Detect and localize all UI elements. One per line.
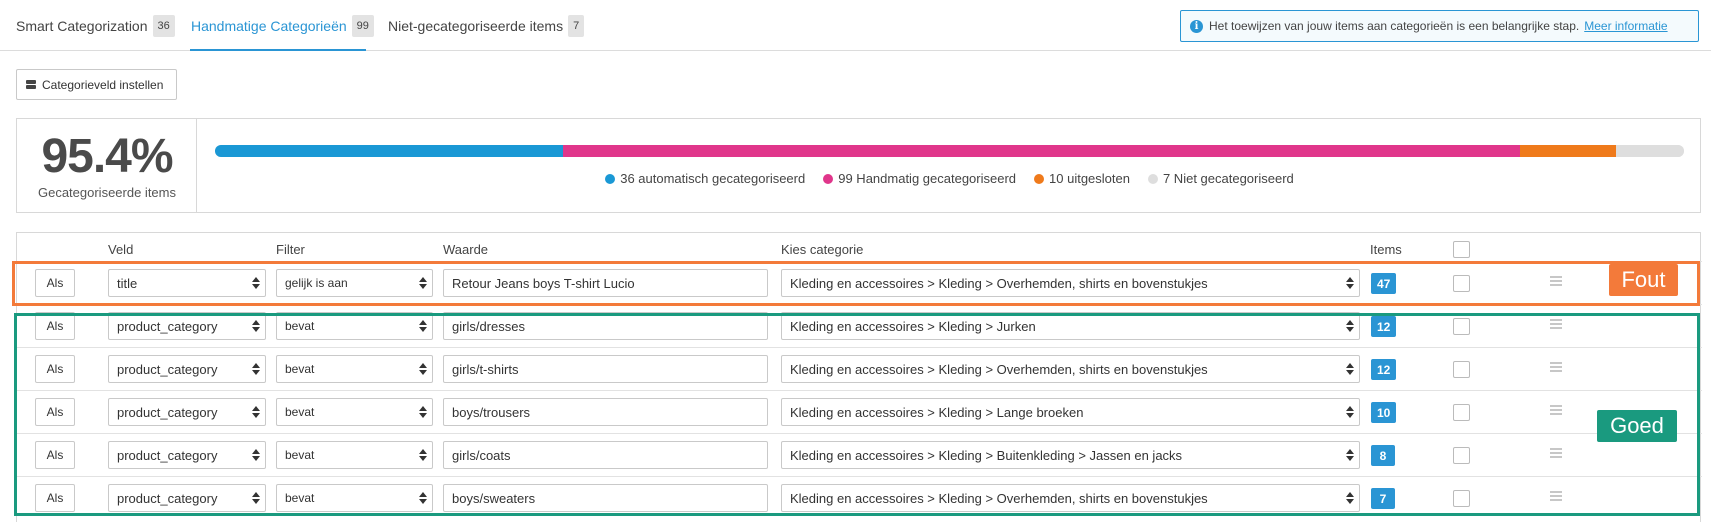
more-info-link[interactable]: Meer informatie (1584, 19, 1667, 33)
legend-label: 10 uitgesloten (1049, 171, 1130, 186)
info-text: Het toewijzen van jouw items aan categor… (1209, 19, 1580, 33)
tab-count-badge: 7 (568, 15, 585, 37)
legend-dot-icon (1034, 173, 1045, 184)
wrong-rule-highlight (12, 261, 1700, 306)
progress-segment (1519, 145, 1617, 157)
correct-rules-highlight (14, 313, 1700, 516)
active-tab-indicator (190, 49, 366, 51)
categorization-progress-bar (215, 145, 1684, 157)
legend-item: 10 uitgesloten (1034, 171, 1130, 186)
percentage-box: 95.4% Gecategoriseerde items (17, 119, 197, 212)
categorized-percentage: 95.4% (41, 130, 173, 183)
tab-niet-gecategoriseerde-items[interactable]: Niet-gecategoriseerde items 7 (388, 13, 585, 39)
progress-segment (1616, 145, 1684, 157)
tab-label: Handmatige Categorieën (191, 18, 347, 34)
header-items: Items (1370, 242, 1402, 257)
tab-smart-categorization[interactable]: Smart Categorization 36 (16, 13, 175, 39)
tab-count-badge: 99 (351, 15, 374, 37)
info-banner: i Het toewijzen van jouw items aan categ… (1180, 10, 1699, 42)
table-header: Veld Filter Waarde Kies categorie Items (17, 233, 1702, 261)
goed-label: Goed (1597, 410, 1677, 442)
set-category-field-button[interactable]: Categorieveld instellen (16, 69, 177, 100)
progress-segment (215, 145, 563, 157)
legend-label: 99 Handmatig gecategoriseerd (838, 171, 1017, 186)
tab-handmatige-categorieen[interactable]: Handmatige Categorieën 99 (191, 13, 374, 39)
legend-item: 99 Handmatig gecategoriseerd (823, 171, 1016, 186)
legend-dot-icon (605, 173, 616, 184)
categorization-stats-panel: 95.4% Gecategoriseerde items 36 automati… (16, 118, 1701, 213)
legend-label: 7 Niet gecategoriseerd (1162, 171, 1294, 186)
tab-bar: Smart Categorization 36 Handmatige Categ… (0, 0, 1711, 51)
progress-legend: 36 automatisch gecategoriseerd 99 Handmat… (217, 171, 1682, 186)
legend-dot-icon (823, 173, 834, 184)
select-all-checkbox[interactable] (1453, 241, 1470, 258)
database-icon (26, 79, 36, 90)
info-icon: i (1190, 19, 1203, 33)
tab-label: Niet-gecategoriseerde items (388, 18, 564, 34)
tab-count-badge: 36 (152, 15, 175, 37)
button-label: Categorieveld instellen (42, 77, 164, 92)
tab-label: Smart Categorization (16, 18, 148, 34)
header-filter: Filter (276, 242, 305, 257)
categorized-percentage-label: Gecategoriseerde items (37, 185, 176, 200)
legend-item: 7 Niet gecategoriseerd (1147, 171, 1294, 186)
header-veld: Veld (108, 242, 134, 257)
header-kies-categorie: Kies categorie (781, 242, 864, 257)
legend-label: 36 automatisch gecategoriseerd (620, 171, 806, 186)
progress-segment (562, 145, 1520, 157)
header-waarde: Waarde (443, 242, 489, 257)
legend-item: 36 automatisch gecategoriseerd (605, 171, 805, 186)
fout-label: Fout (1609, 264, 1678, 296)
legend-dot-icon (1147, 173, 1158, 184)
